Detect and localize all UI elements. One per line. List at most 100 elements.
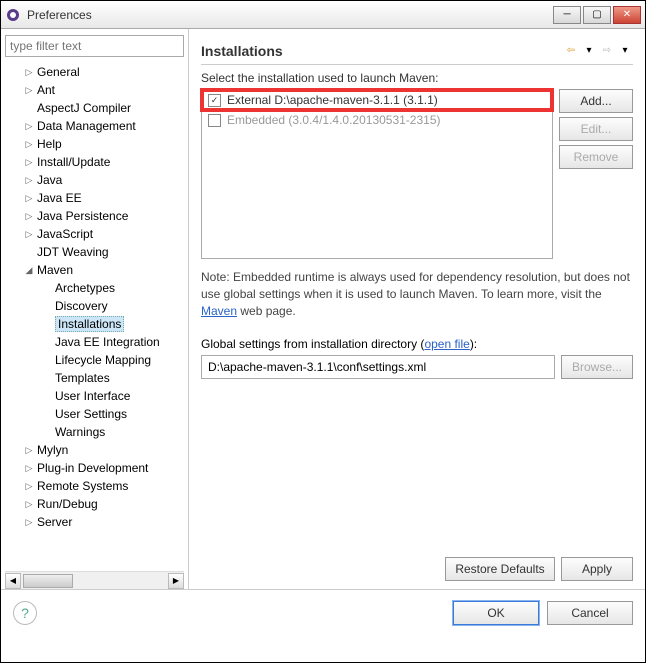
tree-item-label: User Interface <box>55 389 130 403</box>
tree-item-label: Server <box>37 515 72 529</box>
tree-item-label: User Settings <box>55 407 127 421</box>
tree-item-javascript[interactable]: ▷JavaScript <box>5 225 184 243</box>
expand-icon[interactable] <box>41 354 53 366</box>
scroll-thumb[interactable] <box>23 574 73 588</box>
expand-icon[interactable]: ▷ <box>23 228 35 240</box>
tree-item-run-debug[interactable]: ▷Run/Debug <box>5 495 184 513</box>
expand-icon[interactable]: ▷ <box>23 156 35 168</box>
scroll-right-arrow[interactable]: ▶ <box>168 573 184 589</box>
forward-menu-icon[interactable]: ▾ <box>617 43 633 59</box>
footer: ? OK Cancel <box>1 589 645 635</box>
expand-icon[interactable] <box>41 300 53 312</box>
tree-item-label: Warnings <box>55 425 105 439</box>
expand-icon[interactable] <box>41 372 53 384</box>
expand-icon[interactable]: ◢ <box>23 264 35 276</box>
page-title: Installations <box>201 43 563 59</box>
tree-item-install-update[interactable]: ▷Install/Update <box>5 153 184 171</box>
remove-button[interactable]: Remove <box>559 145 633 169</box>
expand-icon[interactable] <box>41 282 53 294</box>
tree-item-java-persistence[interactable]: ▷Java Persistence <box>5 207 184 225</box>
installation-row[interactable]: Embedded (3.0.4/1.4.0.20130531-2315) <box>202 110 552 130</box>
tree-item-label: Install/Update <box>37 155 110 169</box>
tree-item-archetypes[interactable]: Archetypes <box>5 279 184 297</box>
window-title: Preferences <box>27 8 551 22</box>
back-icon[interactable]: ⇦ <box>563 43 579 59</box>
minimize-button[interactable]: ─ <box>553 6 581 24</box>
cancel-button[interactable]: Cancel <box>547 601 633 625</box>
tree-item-ant[interactable]: ▷Ant <box>5 81 184 99</box>
tree-item-remote-systems[interactable]: ▷Remote Systems <box>5 477 184 495</box>
maven-link[interactable]: Maven <box>201 304 237 318</box>
expand-icon[interactable]: ▷ <box>23 66 35 78</box>
tree-item-label: Run/Debug <box>37 497 98 511</box>
tree-item-lifecycle-mapping[interactable]: Lifecycle Mapping <box>5 351 184 369</box>
expand-icon[interactable]: ▷ <box>23 210 35 222</box>
close-button[interactable]: ✕ <box>613 6 641 24</box>
tree-item-installations[interactable]: Installations <box>5 315 184 333</box>
restore-defaults-button[interactable]: Restore Defaults <box>445 557 555 581</box>
tree-item-java[interactable]: ▷Java <box>5 171 184 189</box>
expand-icon[interactable]: ▷ <box>23 498 35 510</box>
add-button[interactable]: Add... <box>559 89 633 113</box>
forward-icon[interactable]: ⇨ <box>599 43 615 59</box>
expand-icon[interactable]: ▷ <box>23 120 35 132</box>
tree-item-label: Ant <box>37 83 55 97</box>
tree-item-maven[interactable]: ◢Maven <box>5 261 184 279</box>
expand-icon[interactable] <box>23 102 35 114</box>
expand-icon[interactable]: ▷ <box>23 84 35 96</box>
tree-item-label: Help <box>37 137 62 151</box>
expand-icon[interactable]: ▷ <box>23 444 35 456</box>
expand-icon[interactable]: ▷ <box>23 138 35 150</box>
title-bar: Preferences ─ ▢ ✕ <box>1 1 645 29</box>
tree-item-warnings[interactable]: Warnings <box>5 423 184 441</box>
tree-item-label: Lifecycle Mapping <box>55 353 151 367</box>
tree-item-templates[interactable]: Templates <box>5 369 184 387</box>
browse-button[interactable]: Browse... <box>561 355 633 379</box>
installation-checkbox[interactable]: ✓ <box>208 94 221 107</box>
tree-item-data-management[interactable]: ▷Data Management <box>5 117 184 135</box>
open-file-link[interactable]: open file <box>424 337 469 351</box>
sidebar: ▷General▷AntAspectJ Compiler▷Data Manage… <box>1 29 189 589</box>
edit-button[interactable]: Edit... <box>559 117 633 141</box>
tree-item-java-ee-integration[interactable]: Java EE Integration <box>5 333 184 351</box>
expand-icon[interactable]: ▷ <box>23 480 35 492</box>
scroll-left-arrow[interactable]: ◀ <box>5 573 21 589</box>
expand-icon[interactable] <box>41 408 53 420</box>
apply-button[interactable]: Apply <box>561 557 633 581</box>
tree-item-server[interactable]: ▷Server <box>5 513 184 531</box>
expand-icon[interactable] <box>41 336 53 348</box>
expand-icon[interactable]: ▷ <box>23 192 35 204</box>
tree-item-label: JDT Weaving <box>37 245 109 259</box>
expand-icon[interactable]: ▷ <box>23 516 35 528</box>
tree-item-general[interactable]: ▷General <box>5 63 184 81</box>
filter-input[interactable] <box>5 35 184 57</box>
expand-icon[interactable]: ▷ <box>23 462 35 474</box>
global-settings-input[interactable] <box>201 355 555 379</box>
installation-row[interactable]: ✓External D:\apache-maven-3.1.1 (3.1.1) <box>202 90 552 110</box>
expand-icon[interactable]: ▷ <box>23 174 35 186</box>
tree-item-mylyn[interactable]: ▷Mylyn <box>5 441 184 459</box>
tree-item-label: Templates <box>55 371 110 385</box>
tree-item-aspectj-compiler[interactable]: AspectJ Compiler <box>5 99 184 117</box>
preference-tree[interactable]: ▷General▷AntAspectJ Compiler▷Data Manage… <box>5 61 184 571</box>
expand-icon[interactable] <box>41 426 53 438</box>
tree-item-discovery[interactable]: Discovery <box>5 297 184 315</box>
tree-item-java-ee[interactable]: ▷Java EE <box>5 189 184 207</box>
tree-item-label: Java EE <box>37 191 82 205</box>
help-icon[interactable]: ? <box>13 601 37 625</box>
horizontal-scrollbar[interactable]: ◀ ▶ <box>5 571 184 589</box>
tree-item-plug-in-development[interactable]: ▷Plug-in Development <box>5 459 184 477</box>
tree-item-label: Java Persistence <box>37 209 128 223</box>
back-menu-icon[interactable]: ▾ <box>581 43 597 59</box>
expand-icon[interactable] <box>41 318 53 330</box>
tree-item-user-settings[interactable]: User Settings <box>5 405 184 423</box>
expand-icon[interactable] <box>41 390 53 402</box>
tree-item-user-interface[interactable]: User Interface <box>5 387 184 405</box>
maximize-button[interactable]: ▢ <box>583 6 611 24</box>
note-text: Note: Embedded runtime is always used fo… <box>201 269 633 319</box>
tree-item-jdt-weaving[interactable]: JDT Weaving <box>5 243 184 261</box>
expand-icon[interactable] <box>23 246 35 258</box>
installations-list[interactable]: ✓External D:\apache-maven-3.1.1 (3.1.1)E… <box>201 89 553 259</box>
ok-button[interactable]: OK <box>453 601 539 625</box>
tree-item-help[interactable]: ▷Help <box>5 135 184 153</box>
